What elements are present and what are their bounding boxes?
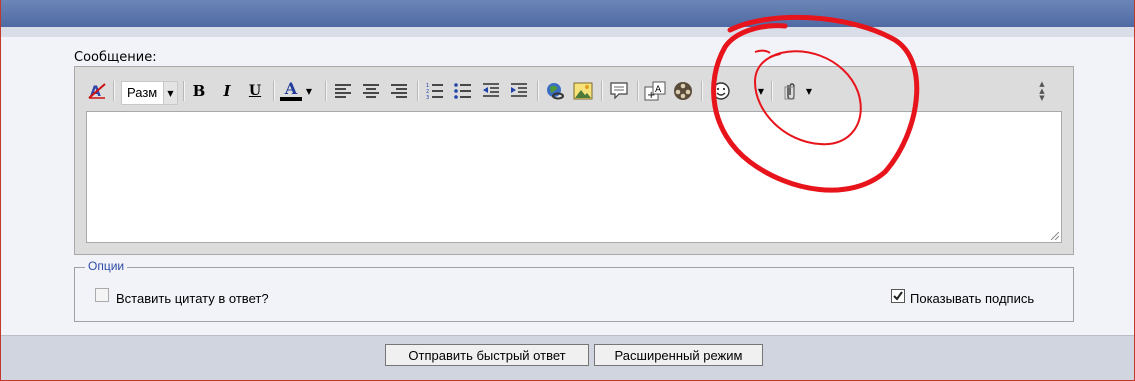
toolbar-separator <box>417 81 419 101</box>
chevron-down-icon: ▼ <box>163 82 177 104</box>
toolbar-separator <box>325 81 327 101</box>
options-legend: Опции <box>85 259 128 273</box>
indent-icon[interactable] <box>507 79 531 103</box>
editor-toolbar: A Разм ▼ B I U A ▼ 123 <box>81 75 1067 107</box>
numbered-list-icon[interactable]: 123 <box>423 79 447 103</box>
toolbar-separator <box>601 81 603 101</box>
toggle-editor-size-icon[interactable]: ▲ ▲ ▼ <box>1035 79 1049 103</box>
chevron-down-icon[interactable]: ▼ <box>755 79 767 103</box>
bold-button[interactable]: B <box>187 79 211 103</box>
header-shadow <box>1 27 1134 37</box>
align-left-icon[interactable] <box>331 79 355 103</box>
quick-reply-button[interactable]: Отправить быстрый ответ <box>385 344 589 366</box>
chevron-down-icon[interactable]: ▼ <box>803 79 815 103</box>
message-editor: A Разм ▼ B I U A ▼ 123 <box>74 66 1074 255</box>
signature-label: Показывать подпись <box>910 291 1035 306</box>
toolbar-separator <box>273 81 275 101</box>
options-fieldset: Опции Вставить цитату в ответ? Показыват… <box>74 259 1074 322</box>
signature-checkbox[interactable] <box>891 289 905 303</box>
toolbar-separator <box>637 81 639 101</box>
toolbar-separator <box>771 81 773 101</box>
smiley-icon[interactable] <box>709 79 733 103</box>
insert-image-icon[interactable] <box>571 79 595 103</box>
font-color-button[interactable]: A <box>279 79 303 103</box>
font-size-value: Разм <box>127 85 158 100</box>
outdent-icon[interactable] <box>479 79 503 103</box>
quote-checkbox[interactable] <box>95 288 109 302</box>
insert-link-icon[interactable] <box>543 79 567 103</box>
attachment-icon[interactable] <box>779 79 803 103</box>
italic-button[interactable]: I <box>215 79 239 103</box>
font-color-swatch <box>280 97 302 101</box>
svg-text:A: A <box>655 85 662 95</box>
quote-label: Вставить цитату в ответ? <box>116 291 269 306</box>
advanced-mode-button[interactable]: Расширенный режим <box>594 344 763 366</box>
bullet-list-icon[interactable] <box>451 79 475 103</box>
message-label: Сообщение: <box>74 50 157 65</box>
align-right-icon[interactable] <box>387 79 411 103</box>
resize-handle-icon[interactable] <box>1051 232 1059 240</box>
insert-special-icon[interactable]: + A <box>643 79 667 103</box>
toolbar-separator <box>113 81 115 101</box>
remove-format-icon[interactable]: A <box>85 79 109 103</box>
align-center-icon[interactable] <box>359 79 383 103</box>
insert-video-icon[interactable] <box>671 79 695 103</box>
svg-text:3: 3 <box>426 95 429 100</box>
underline-button[interactable]: U <box>243 79 267 103</box>
toolbar-separator <box>701 81 703 101</box>
header-bar <box>1 0 1134 27</box>
chevron-down-icon[interactable]: ▼ <box>303 79 315 103</box>
toolbar-separator <box>537 81 539 101</box>
toolbar-separator <box>183 81 185 101</box>
message-textarea[interactable] <box>86 111 1062 243</box>
font-color-letter: A <box>284 79 298 98</box>
font-size-select[interactable]: Разм ▼ <box>121 81 178 105</box>
quote-icon[interactable] <box>607 79 631 103</box>
